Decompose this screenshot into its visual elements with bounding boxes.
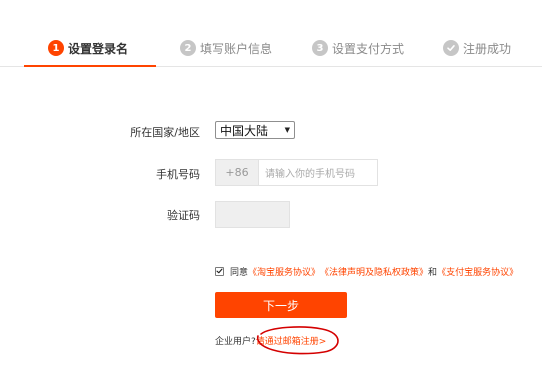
step-label: 设置登录名	[68, 41, 129, 56]
country-select[interactable]: 中国大陆 ▼	[215, 121, 295, 139]
enterprise-row: 企业用户?请通过邮箱注册>	[215, 334, 326, 347]
verification-slider[interactable]	[215, 201, 290, 228]
country-label: 所在国家/地区	[130, 126, 200, 139]
step-fill-account-info: 2 填写账户信息	[180, 38, 272, 58]
step-label: 注册成功	[463, 41, 512, 56]
country-select-value: 中国大陆	[220, 123, 269, 138]
agreement-and: 和	[428, 267, 438, 278]
checkmark-icon	[216, 268, 223, 274]
verification-label: 验证码	[167, 209, 200, 222]
step-number-badge: 1	[48, 40, 64, 56]
active-step-underline	[24, 65, 156, 67]
dropdown-arrow-icon: ▼	[284, 126, 290, 134]
taobao-agreement-link[interactable]: 《淘宝服务协议》	[248, 265, 320, 278]
alipay-agreement-link[interactable]: 《支付宝服务协议》	[437, 265, 518, 278]
agreement-row: 同意 《淘宝服务协议》 《法律声明及隐私权政策》 和 《支付宝服务协议》	[215, 265, 518, 278]
step-number-badge: 3	[312, 40, 328, 56]
enterprise-label: 企业用户?	[215, 337, 256, 347]
step-label: 设置支付方式	[332, 41, 405, 56]
step-label: 填写账户信息	[200, 41, 273, 56]
email-register-link[interactable]: 请通过邮箱注册>	[256, 337, 327, 347]
agreement-prefix: 同意	[230, 267, 249, 278]
phone-input[interactable]: 请输入你的手机号码	[259, 159, 378, 186]
step-set-payment: 3 设置支付方式	[312, 38, 404, 58]
step-number-badge: 2	[180, 40, 196, 56]
phone-prefix: +86	[215, 159, 259, 186]
phone-label: 手机号码	[156, 168, 200, 181]
check-circle-icon	[443, 40, 459, 56]
registration-steps: 1 设置登录名 2 填写账户信息 3 设置支付方式 注册成功	[0, 30, 542, 68]
privacy-policy-link[interactable]: 《法律声明及隐私权政策》	[320, 265, 428, 278]
next-step-button[interactable]: 下一步	[215, 292, 347, 318]
step-registration-success: 注册成功	[443, 38, 511, 58]
step-set-login-name: 1 设置登录名	[48, 38, 128, 58]
agreement-checkbox[interactable]	[215, 266, 224, 276]
